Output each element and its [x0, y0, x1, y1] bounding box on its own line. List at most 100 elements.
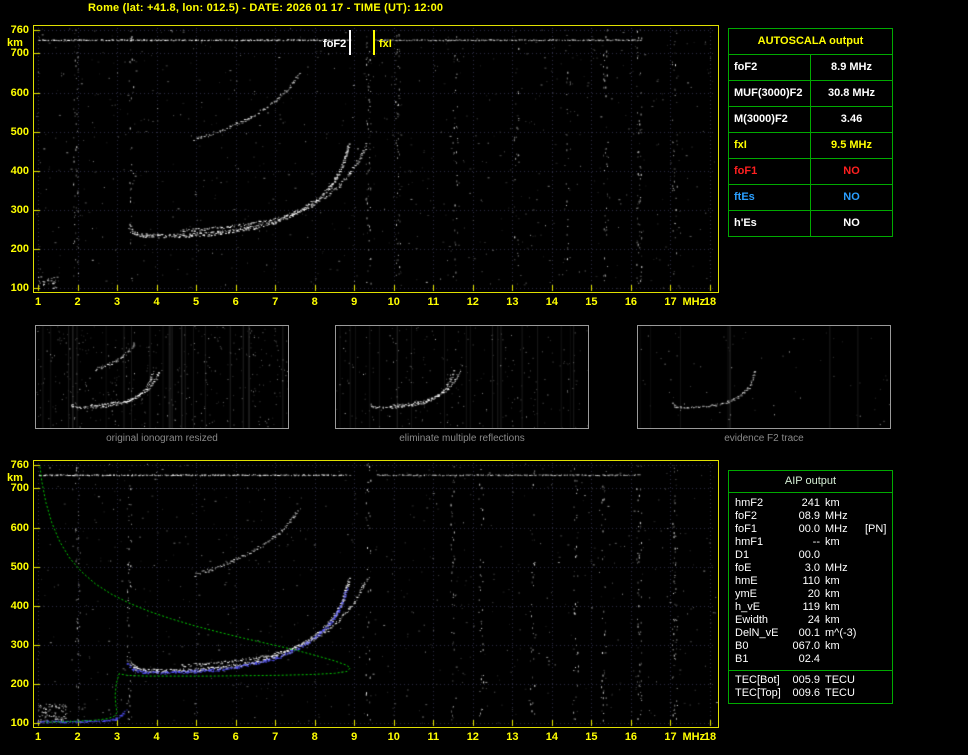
y-tick-label: 500	[10, 560, 29, 573]
x-tick-label: 4	[153, 296, 160, 308]
x-tick-label: 8	[311, 296, 318, 308]
aip-param-label: D1	[735, 549, 750, 561]
aip-row-foE: foE 3.0 MHz	[729, 562, 892, 575]
x-tick-label: 15	[585, 731, 598, 743]
x-tick-label: 3	[113, 296, 121, 308]
aip-param-note	[865, 510, 892, 523]
aip-title: AIP output	[729, 471, 892, 493]
y-axis-unit: km	[7, 37, 23, 49]
x-tick-label: 10	[387, 296, 400, 308]
aip-row-Ewidth: Ewidth 24 km	[729, 614, 892, 627]
aip-param-label: TEC[Top]	[735, 687, 781, 699]
autoscala-row-h'Es: h'Es NO	[729, 211, 892, 236]
aip-row-TEC[Bot]: TEC[Bot] 005.9 TECU	[729, 674, 892, 687]
thumb-eliminate-canvas	[336, 326, 588, 428]
autoscala-param-label: MUF(3000)F2	[729, 81, 811, 106]
aip-param-note	[865, 575, 892, 588]
aip-row-ymE: ymE 20 km	[729, 588, 892, 601]
x-tick-label: 5	[193, 731, 200, 743]
aip-tec-rows: TEC[Bot] 005.9 TECU TEC[Top] 009.6 TECU	[729, 670, 892, 703]
aip-param-value: 009.6	[792, 687, 820, 699]
x-tick-label: 2	[74, 296, 81, 308]
aip-param-label: hmE	[735, 575, 758, 587]
ionogram-top-canvas	[34, 26, 718, 292]
ionogram-plot-bottom	[33, 460, 719, 728]
autoscala-rows: foF2 8.9 MHz MUF(3000)F2 30.8 MHz M(3000)F2 3…	[729, 55, 892, 236]
aip-row-B1: B1 02.4	[729, 653, 892, 666]
aip-param-note	[865, 614, 892, 627]
aip-param-unit: MHz	[825, 510, 848, 522]
autoscala-param-value: 3.46	[840, 113, 863, 125]
aip-param-unit: MHz	[825, 562, 848, 574]
aip-param-value: 241	[801, 497, 820, 509]
autoscala-param-label: ftEs	[729, 185, 811, 210]
y-tick-label: 600	[10, 521, 29, 534]
aip-param-label: TEC[Bot]	[735, 674, 780, 686]
aip-param-note	[865, 536, 892, 549]
aip-row-D1: D1 00.0	[729, 549, 892, 562]
autoscala-row-ftEs: ftEs NO	[729, 185, 892, 211]
aip-param-label: h_vE	[735, 601, 761, 613]
thumb-caption-eliminate: eliminate multiple reflections	[399, 433, 525, 444]
y-tick-label: 700	[10, 47, 29, 60]
aip-param-value: 005.9	[792, 674, 820, 686]
aip-param-value: 24	[807, 614, 820, 626]
x-tick-label: 5	[193, 296, 200, 308]
x-tick-label: 9	[351, 731, 358, 743]
aip-param-value: 00.1	[798, 627, 820, 639]
ionogram-bottom-canvas	[34, 461, 718, 727]
aip-param-unit: TECU	[825, 674, 855, 686]
autoscala-title: AUTOSCALA output	[729, 29, 892, 55]
y-tick-label: 760	[10, 24, 29, 36]
autoscala-param-value: NO	[843, 217, 860, 229]
y-tick-label: 300	[10, 638, 29, 651]
aip-param-value: --	[812, 536, 820, 548]
aip-rows: hmF2 241 km foF2 08.9 MHz foF1 00.0 MHz [PN] hmF1 -…	[729, 497, 892, 666]
thumb-evidence-f2	[637, 325, 891, 429]
autoscala-row-foF2: foF2 8.9 MHz	[729, 55, 892, 81]
aip-param-unit: km	[825, 497, 840, 509]
aip-row-foF1: foF1 00.0 MHz [PN]	[729, 523, 892, 536]
aip-row-hmF1: hmF1 -- km	[729, 536, 892, 549]
aip-param-note: [PN]	[865, 523, 887, 535]
aip-param-unit: MHz	[825, 523, 848, 535]
x-tick-label: 17	[664, 731, 677, 743]
x-tick-label: 11	[427, 731, 440, 743]
autoscala-param-value: 8.9 MHz	[831, 61, 872, 73]
aip-param-label: foF2	[735, 510, 758, 522]
y-tick-label: 200	[10, 242, 29, 255]
aip-param-note	[865, 627, 892, 640]
x-tick-label: 6	[232, 296, 239, 308]
aip-param-unit: km	[825, 575, 840, 587]
aip-param-label: foE	[735, 562, 752, 574]
aip-param-note	[865, 653, 892, 666]
aip-param-note	[865, 687, 892, 700]
aip-output-table: AIP output hmF2 241 km foF2 08.9 MHz foF1 00.0 M…	[728, 470, 893, 704]
x-tick-label: 14	[545, 296, 558, 308]
x-tick-label: 7	[272, 296, 279, 308]
y-tick-label: 500	[10, 125, 29, 138]
autoscala-param-value: 9.5 MHz	[831, 139, 872, 151]
aip-param-label: hmF2	[735, 497, 764, 509]
aip-param-unit: m^(-3)	[825, 627, 857, 639]
autoscala-param-label: M(3000)F2	[729, 107, 811, 132]
aip-param-unit: TECU	[825, 687, 855, 699]
aip-param-value: 119	[802, 601, 820, 613]
aip-param-unit: km	[825, 588, 840, 600]
aip-param-label: B0	[735, 640, 749, 652]
autoscala-param-label: h'Es	[729, 211, 811, 236]
x-tick-label: 16	[624, 731, 638, 743]
fof2-marker-label: foF2	[323, 38, 347, 50]
x-tick-label: 6	[232, 731, 239, 743]
aip-param-note	[865, 588, 892, 601]
aip-row-hmF2: hmF2 241 km	[729, 497, 892, 510]
x-tick-label: 15	[585, 296, 598, 308]
x-tick-label: 9	[351, 296, 358, 308]
aip-param-unit: km	[825, 536, 840, 548]
page-title: Rome (lat: +41.8, lon: 012.5) - DATE: 20…	[88, 2, 444, 14]
aip-param-note	[865, 640, 892, 653]
aip-param-label: B1	[735, 653, 749, 665]
thumb-original-canvas	[36, 326, 288, 428]
aip-param-label: hmF1	[735, 536, 764, 548]
autoscala-param-label: foF2	[729, 55, 811, 80]
